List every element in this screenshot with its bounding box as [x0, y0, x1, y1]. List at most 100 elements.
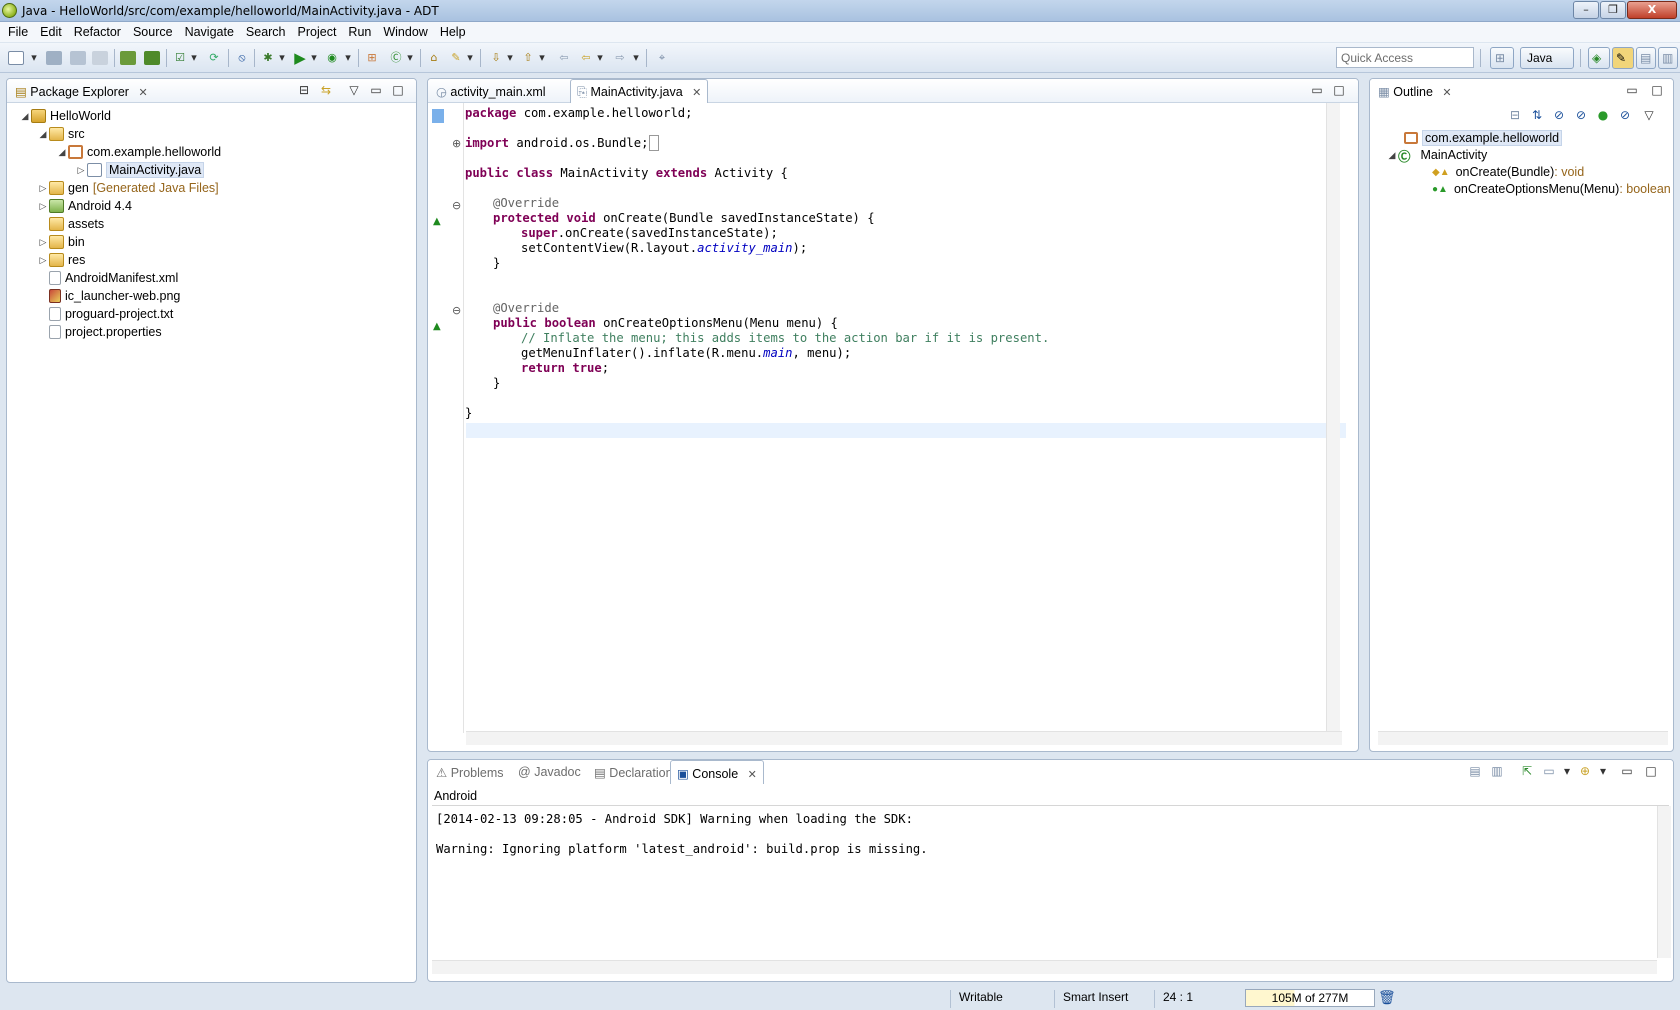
debug-icon[interactable]: ✱	[260, 51, 276, 65]
expander-icon[interactable]: ◢	[37, 129, 49, 140]
maximize-view-icon[interactable]: □	[1644, 765, 1658, 777]
expander-icon[interactable]: ▷	[75, 165, 87, 176]
maximize-view-icon[interactable]: □	[1650, 84, 1664, 96]
fold-expand-icon[interactable]: ⊕	[452, 137, 461, 150]
tree-item-gen[interactable]: ▷ gen [Generated Java Files]	[37, 179, 219, 197]
open-perspective-icon[interactable]: ⊞	[1490, 47, 1514, 69]
tree-item-launcher-png[interactable]: ic_launcher-web.png	[37, 287, 180, 305]
chevron-down-icon[interactable]: ▾	[344, 51, 352, 65]
chevron-down-icon[interactable]: ▾	[632, 51, 640, 65]
debug-perspective-icon[interactable]: ✎	[1612, 47, 1634, 69]
pin-editor-icon[interactable]: ⌖	[654, 51, 670, 65]
hide-non-public-icon[interactable]: ●	[1596, 109, 1610, 121]
expander-icon[interactable]: ▷	[37, 183, 49, 194]
menu-edit[interactable]: Edit	[36, 25, 70, 39]
tab-outline[interactable]: ▦ Outline ✕	[1372, 79, 1458, 103]
chevron-down-icon[interactable]: ▾	[466, 51, 474, 65]
team-perspective-icon[interactable]: ▤	[1636, 47, 1656, 69]
menu-help[interactable]: Help	[436, 25, 474, 39]
close-icon[interactable]: ✕	[692, 87, 701, 99]
lint-icon[interactable]: ⟳	[206, 51, 222, 65]
new-java-class-icon[interactable]: Ⓒ	[388, 51, 404, 65]
display-console-icon[interactable]: ▭	[1542, 765, 1556, 777]
clear-console-icon[interactable]: ▤	[1468, 765, 1482, 777]
expander-icon[interactable]: ▷	[37, 237, 49, 248]
minimize-view-icon[interactable]: ▭	[369, 84, 383, 96]
tree-item-src[interactable]: ◢ src	[37, 125, 85, 143]
expander-icon[interactable]: ◢	[19, 111, 31, 122]
search-icon[interactable]: ✎	[448, 51, 464, 65]
tree-item-helloworld[interactable]: ◢ HelloWorld	[19, 107, 111, 125]
menu-search[interactable]: Search	[242, 25, 294, 39]
tree-item-properties[interactable]: project.properties	[37, 323, 162, 341]
collapse-all-icon[interactable]: ⊟	[297, 84, 311, 96]
minimize-view-icon[interactable]: ▭	[1310, 84, 1324, 96]
view-menu-icon[interactable]: ▽	[347, 84, 361, 96]
close-icon[interactable]: ✕	[748, 769, 757, 781]
outline-horizontal-scrollbar[interactable]	[1378, 731, 1668, 745]
hide-fields-icon[interactable]: ⊘	[1552, 109, 1566, 121]
expander-icon[interactable]: ▷	[37, 255, 49, 266]
avd-manager-icon[interactable]	[144, 51, 160, 65]
sort-icon[interactable]: ⇅	[1530, 109, 1544, 121]
collapse-all-icon[interactable]: ⊟	[1508, 109, 1522, 121]
outline-item-oncreateoptionsmenu[interactable]: ●▲ onCreateOptionsMenu(Menu) : boolean	[1432, 180, 1671, 198]
chevron-down-icon[interactable]: ▾	[1596, 765, 1610, 777]
tab-console[interactable]: ▣ Console ✕	[670, 760, 764, 784]
tab-declaration[interactable]: ▤ Declaration	[588, 760, 679, 784]
close-icon[interactable]: ✕	[138, 87, 147, 99]
close-icon[interactable]: ✕	[1442, 87, 1451, 99]
menu-file[interactable]: File	[4, 25, 36, 39]
menu-source[interactable]: Source	[129, 25, 181, 39]
console-horizontal-scrollbar[interactable]	[432, 960, 1657, 974]
ddms-perspective-icon[interactable]: ◈	[1588, 47, 1610, 69]
run-icon[interactable]: ▶	[292, 51, 308, 66]
tree-item-package[interactable]: ◢ com.example.helloworld	[56, 143, 221, 161]
minimize-button[interactable]: –	[1573, 1, 1599, 19]
previous-annotation-icon[interactable]: ⇧	[520, 51, 536, 65]
chevron-down-icon[interactable]: ▾	[406, 51, 414, 65]
menu-run[interactable]: Run	[344, 25, 379, 39]
outline-item-oncreate[interactable]: ◆▲ onCreate(Bundle) : void	[1432, 163, 1584, 181]
link-with-editor-icon[interactable]: ⇆	[319, 84, 333, 96]
new-java-package-icon[interactable]: ⊞	[364, 51, 380, 65]
tab-javadoc[interactable]: @ Javadoc	[512, 760, 587, 784]
console-vertical-scrollbar[interactable]	[1657, 806, 1671, 958]
garbage-collect-icon[interactable]: 🗑	[1378, 990, 1396, 1006]
outline-item-class[interactable]: ◢ Ⓒ MainActivity	[1386, 146, 1488, 164]
next-annotation-icon[interactable]: ⇩	[488, 51, 504, 65]
skip-breakpoints-icon[interactable]: ⦸	[234, 51, 250, 65]
heap-status[interactable]: 105M of 277M	[1245, 989, 1375, 1007]
editor-horizontal-scrollbar[interactable]	[466, 731, 1342, 745]
chevron-down-icon[interactable]: ▾	[596, 51, 604, 65]
checkbox-icon[interactable]: ☑	[172, 51, 188, 65]
tab-mainactivity-java[interactable]: ⎘ MainActivity.java ✕	[570, 79, 709, 103]
tree-item-bin[interactable]: ▷ bin	[37, 233, 85, 251]
menu-window[interactable]: Window	[379, 25, 435, 39]
maximize-view-icon[interactable]: □	[391, 84, 405, 96]
save-all-icon[interactable]	[70, 51, 86, 65]
chevron-down-icon[interactable]: ▾	[190, 51, 198, 65]
forward-icon[interactable]: ⇨	[612, 51, 628, 65]
menu-navigate[interactable]: Navigate	[181, 25, 242, 39]
expander-icon[interactable]: ▷	[37, 201, 49, 212]
tree-item-manifest[interactable]: AndroidManifest.xml	[37, 269, 178, 287]
open-console-icon[interactable]: ⊕	[1578, 765, 1592, 777]
chevron-down-icon[interactable]: ▾	[506, 51, 514, 65]
fold-collapse-icon[interactable]: ⊖	[452, 304, 461, 317]
save-icon[interactable]	[46, 51, 62, 65]
java-perspective-button[interactable]: Java	[1520, 47, 1574, 69]
tab-package-explorer[interactable]: ▤ Package Explorer ✕	[9, 79, 154, 103]
last-edit-icon[interactable]: ⇦	[556, 51, 572, 65]
expander-icon[interactable]: ◢	[1386, 150, 1398, 161]
tree-item-res[interactable]: ▷ res	[37, 251, 85, 269]
pin-console-icon[interactable]: ⇱	[1520, 765, 1534, 777]
tab-problems[interactable]: ⚠ Problems	[430, 760, 510, 784]
editor-vertical-scrollbar[interactable]	[1326, 103, 1340, 733]
minimize-view-icon[interactable]: ▭	[1620, 765, 1634, 777]
view-menu-icon[interactable]: ▽	[1642, 109, 1656, 121]
hide-static-icon[interactable]: ⊘	[1574, 109, 1588, 121]
resource-perspective-icon[interactable]: ▥	[1658, 47, 1678, 69]
tab-activity-main-xml[interactable]: ◶ activity_main.xml	[430, 79, 552, 103]
tree-item-assets[interactable]: assets	[37, 215, 104, 233]
